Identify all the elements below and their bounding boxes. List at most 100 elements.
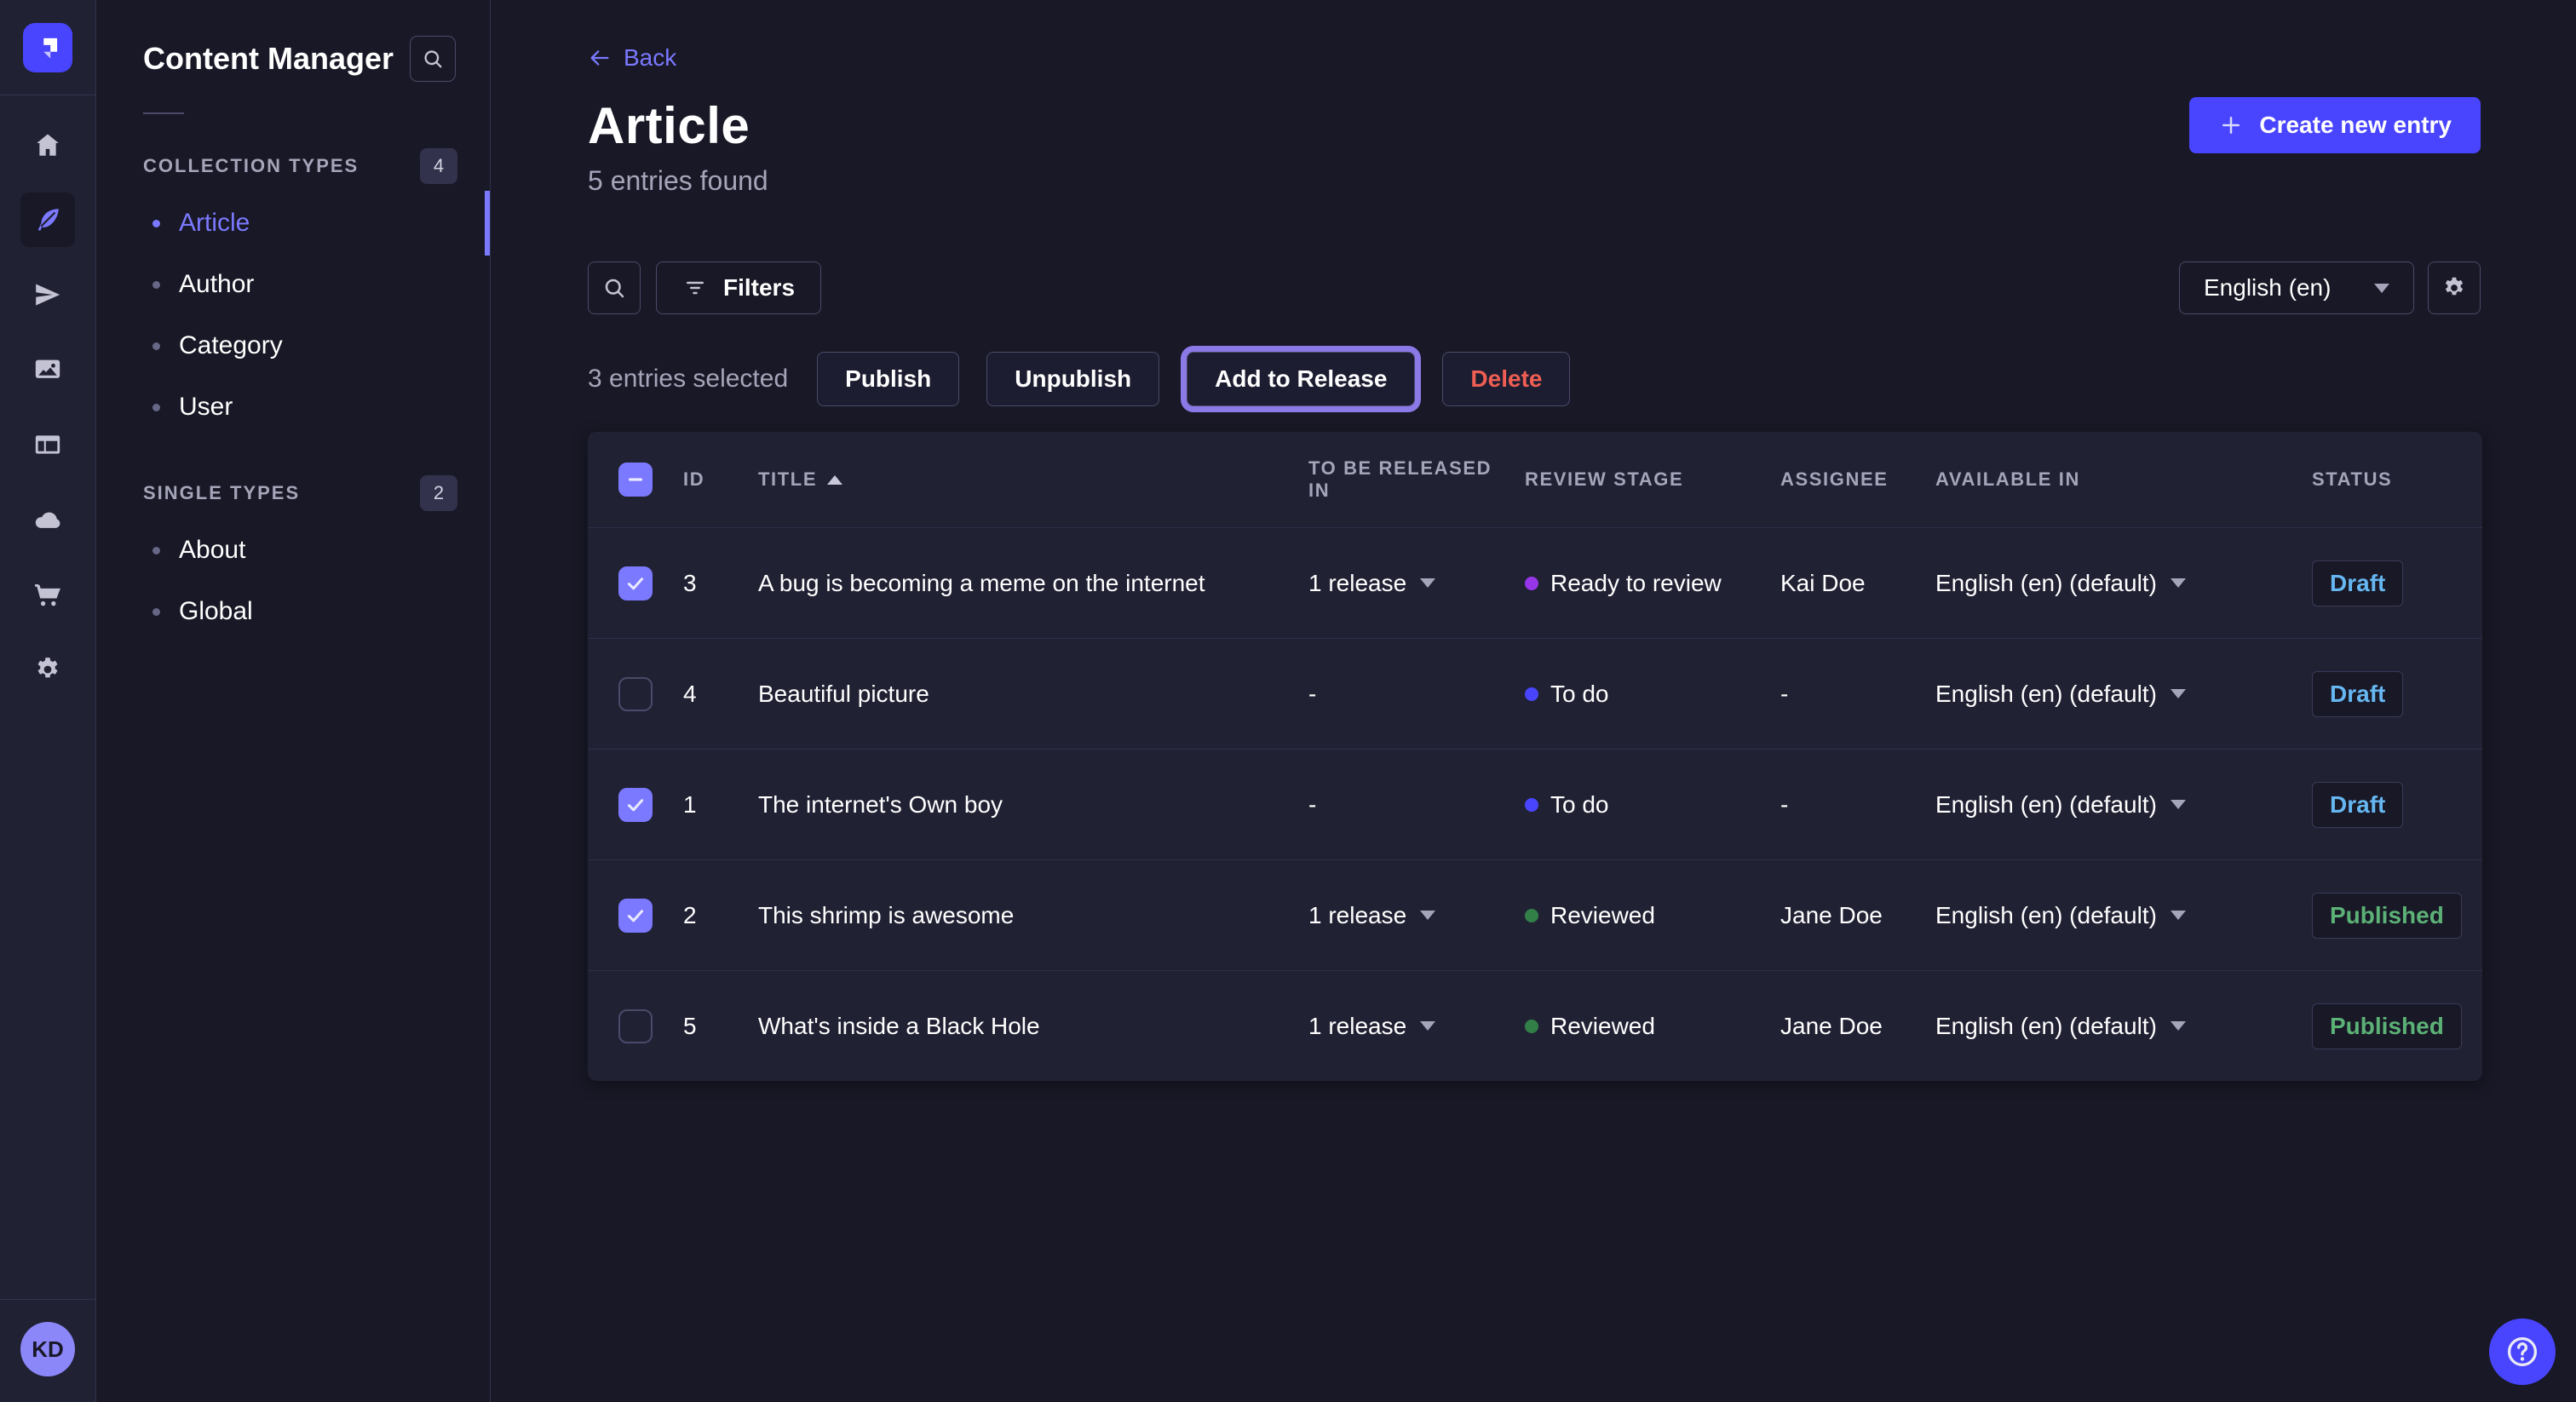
publish-button[interactable]: Publish xyxy=(817,352,959,406)
row-locale-cell: English (en) (default) xyxy=(1935,681,2312,708)
column-header-status[interactable]: STATUS xyxy=(2312,468,2482,491)
chevron-down-icon xyxy=(2171,689,2186,698)
column-header-title[interactable]: TITLE xyxy=(758,468,1286,491)
column-header-label: ID xyxy=(683,468,704,491)
locale-dropdown[interactable]: English (en) (default) xyxy=(1935,570,2186,597)
status-badge: Draft xyxy=(2312,560,2403,606)
back-link[interactable]: Back xyxy=(588,44,676,72)
table-header-row: ID TITLE TO BE RELEASED IN REVIEW STAGEASSI… xyxy=(588,432,2482,527)
stage-label: To do xyxy=(1550,681,1609,708)
delete-button[interactable]: Delete xyxy=(1442,352,1570,406)
release-label: 1 release xyxy=(1308,570,1406,597)
row-assignee: - xyxy=(1780,681,1935,708)
sidebar-item-article[interactable]: Article xyxy=(96,192,490,254)
sidebar-item-label: Article xyxy=(179,209,250,238)
release-label: - xyxy=(1308,791,1316,819)
status-badge: Draft xyxy=(2312,782,2403,828)
row-checkbox[interactable] xyxy=(618,677,653,711)
user-avatar[interactable]: KD xyxy=(20,1322,75,1376)
rail-nav xyxy=(20,118,75,697)
row-locale-cell: English (en) (default) xyxy=(1935,1013,2312,1040)
release-label: 1 release xyxy=(1308,1013,1406,1040)
row-checkbox[interactable] xyxy=(618,899,653,933)
content-manager-sidebar: Content Manager COLLECTION TYPES4Article… xyxy=(96,0,491,1402)
locale-select[interactable]: English (en) xyxy=(2179,261,2414,314)
table-row[interactable]: 4Beautiful picture-To do-English (en) (d… xyxy=(588,638,2482,749)
section-label: SINGLE TYPES xyxy=(143,482,300,504)
row-status-cell: Draft xyxy=(2312,782,2482,828)
column-header-review-stage[interactable]: REVIEW STAGE xyxy=(1525,468,1780,491)
bullet-icon xyxy=(152,547,160,554)
row-assignee: Jane Doe xyxy=(1780,1013,1935,1040)
help-button[interactable] xyxy=(2489,1319,2556,1385)
release-dropdown[interactable]: 1 release xyxy=(1308,1013,1435,1040)
column-header-to-be-released-in[interactable]: TO BE RELEASED IN xyxy=(1286,457,1525,502)
column-header-assignee[interactable]: ASSIGNEE xyxy=(1780,468,1935,491)
table-row[interactable]: 5What's inside a Black Hole1 releaseRevi… xyxy=(588,970,2482,1081)
section-label: COLLECTION TYPES xyxy=(143,155,359,177)
column-header-label: AVAILABLE IN xyxy=(1935,468,2080,491)
row-checkbox[interactable] xyxy=(618,566,653,600)
sidebar-item-user[interactable]: User xyxy=(96,376,490,438)
arrow-left-icon xyxy=(588,46,612,70)
row-id: 2 xyxy=(683,902,758,929)
sidebar-item-category[interactable]: Category xyxy=(96,315,490,376)
settings-gear-nav-button[interactable] xyxy=(20,642,75,697)
row-status-cell: Draft xyxy=(2312,671,2482,717)
row-status-cell: Published xyxy=(2312,893,2482,939)
table-row[interactable]: 2This shrimp is awesome1 releaseReviewed… xyxy=(588,859,2482,970)
section-count-badge: 2 xyxy=(420,475,457,511)
table-row[interactable]: 1The internet's Own boy-To do-English (e… xyxy=(588,749,2482,859)
table-row[interactable]: 3A bug is becoming a meme on the interne… xyxy=(588,527,2482,638)
row-checkbox[interactable] xyxy=(618,1009,653,1043)
sidebar-item-label: User xyxy=(179,393,233,422)
release-dropdown[interactable]: 1 release xyxy=(1308,570,1435,597)
marketplace-cart-nav-button[interactable] xyxy=(20,567,75,622)
content-manager-feather-icon xyxy=(33,205,62,234)
row-title: The internet's Own boy xyxy=(758,791,1286,819)
release-label: 1 release xyxy=(1308,902,1406,929)
filters-button[interactable]: Filters xyxy=(656,261,821,314)
row-locale-cell: English (en) (default) xyxy=(1935,570,2312,597)
locale-dropdown[interactable]: English (en) (default) xyxy=(1935,1013,2186,1040)
select-all-checkbox[interactable] xyxy=(618,463,653,497)
sidebar-item-label: Author xyxy=(179,270,254,299)
column-header-label: TO BE RELEASED IN xyxy=(1308,457,1504,502)
row-status-cell: Published xyxy=(2312,1003,2482,1049)
content-manager-feather-nav-button[interactable] xyxy=(20,192,75,247)
release-label: - xyxy=(1308,681,1316,708)
bullet-icon xyxy=(152,281,160,289)
sidebar-item-list: About Global xyxy=(96,520,490,642)
list-search-button[interactable] xyxy=(588,261,641,314)
paper-plane-nav-button[interactable] xyxy=(20,267,75,322)
sidebar-item-label: Global xyxy=(179,597,253,626)
content-type-builder-layout-nav-button[interactable] xyxy=(20,417,75,472)
filter-icon xyxy=(682,275,708,301)
home-nav-button[interactable] xyxy=(20,118,75,172)
locale-dropdown[interactable]: English (en) (default) xyxy=(1935,902,2186,929)
add-to-release-button[interactable]: Add to Release xyxy=(1187,352,1415,406)
locale-dropdown[interactable]: English (en) (default) xyxy=(1935,681,2186,708)
sidebar-item-author[interactable]: Author xyxy=(96,254,490,315)
row-checkbox[interactable] xyxy=(618,788,653,822)
row-checkbox-cell xyxy=(588,899,683,933)
sidebar-search-button[interactable] xyxy=(410,36,456,82)
column-header-available-in[interactable]: AVAILABLE IN xyxy=(1935,468,2312,491)
view-settings-button[interactable] xyxy=(2428,261,2481,314)
row-locale-cell: English (en) (default) xyxy=(1935,902,2312,929)
column-header-id[interactable]: ID xyxy=(683,468,758,491)
unpublish-button[interactable]: Unpublish xyxy=(986,352,1159,406)
media-library-images-nav-button[interactable] xyxy=(20,342,75,397)
locale-select-value: English (en) xyxy=(2204,274,2331,302)
row-checkbox-cell xyxy=(588,1009,683,1043)
locale-label: English (en) (default) xyxy=(1935,570,2157,597)
create-new-entry-button[interactable]: Create new entry xyxy=(2189,97,2481,153)
locale-dropdown[interactable]: English (en) (default) xyxy=(1935,791,2186,819)
cloud-nav-button[interactable] xyxy=(20,492,75,547)
sidebar-item-global[interactable]: Global xyxy=(96,581,490,642)
sidebar-item-about[interactable]: About xyxy=(96,520,490,581)
strapi-logo[interactable] xyxy=(23,23,72,72)
release-dropdown[interactable]: 1 release xyxy=(1308,902,1435,929)
chevron-down-icon xyxy=(2374,284,2389,293)
chevron-down-icon xyxy=(2171,800,2186,809)
